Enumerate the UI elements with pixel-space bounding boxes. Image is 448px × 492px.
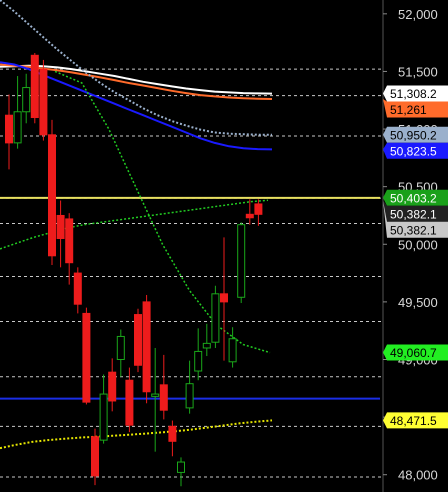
price-chart[interactable]: 52,00051,50051,00050,50050,00049,50049,0… — [0, 0, 448, 492]
candle-9[interactable] — [82, 307, 91, 405]
candle-body — [134, 314, 142, 366]
price-label-1: 51,261 — [383, 99, 448, 118]
candle-body — [30, 54, 39, 119]
price-label-text: 50,403.2 — [390, 191, 437, 205]
price-label-text: 51,308.2 — [390, 87, 437, 101]
chart-canvas[interactable]: 52,00051,50051,00050,50050,00049,50049,0… — [0, 0, 448, 492]
y-tick-label: 51,500 — [398, 64, 438, 79]
candle-body — [202, 342, 211, 349]
candle-15[interactable] — [134, 308, 142, 373]
candle-3[interactable] — [30, 53, 39, 124]
candle-body — [245, 213, 254, 219]
candle-body — [99, 393, 108, 441]
price-label-text: 50,823.5 — [390, 144, 437, 158]
price-label-2: 50,950.2 — [383, 126, 448, 143]
candle-body — [220, 293, 228, 303]
candle-body — [116, 335, 125, 360]
candle-body — [194, 350, 203, 372]
candle-body — [237, 224, 246, 298]
price-label-text: 50,382.1 — [390, 223, 437, 237]
candle-4[interactable] — [39, 59, 48, 141]
candle-body — [82, 312, 91, 403]
price-label-4: 50,403.2 — [383, 189, 448, 206]
candle-body — [22, 87, 31, 113]
y-tick-label: 50,000 — [398, 237, 438, 252]
candle-body — [5, 114, 13, 144]
y-tick-label: 48,000 — [398, 468, 438, 483]
candle-body — [13, 111, 22, 144]
candle-body — [228, 338, 237, 363]
candle-body — [91, 436, 99, 477]
candle-body — [159, 384, 168, 411]
price-label-7: 49,060.7 — [383, 344, 448, 361]
price-label-text: 48,471.5 — [390, 414, 437, 428]
candle-body — [73, 272, 82, 305]
price-label-text: 50,950.2 — [390, 128, 437, 142]
candle-5[interactable] — [48, 119, 56, 266]
candle-body — [56, 214, 65, 240]
candle-body — [48, 134, 56, 257]
candle-body — [151, 393, 160, 397]
candle-body — [177, 461, 185, 473]
candle-body — [39, 68, 48, 136]
candle-27[interactable] — [237, 222, 246, 304]
candle-body — [65, 218, 74, 264]
candle-body — [125, 379, 134, 426]
price-label-0: 51,308.2 — [383, 85, 448, 102]
price-label-text: 49,060.7 — [390, 346, 437, 360]
candle-body — [108, 371, 117, 402]
candle-body — [185, 383, 194, 409]
candle-body — [211, 293, 220, 343]
candle-body — [142, 301, 151, 393]
price-label-text: 51,261 — [390, 103, 427, 117]
candle-body — [254, 203, 263, 215]
candle-body — [168, 425, 177, 442]
price-label-8: 48,471.5 — [383, 412, 448, 429]
candle-24[interactable] — [211, 285, 220, 348]
y-tick-label: 49,500 — [398, 295, 438, 310]
y-tick-label: 52,000 — [398, 7, 438, 22]
price-label-3: 50,823.5 — [383, 142, 448, 159]
price-label-text: 50,382.1 — [390, 207, 437, 221]
candle-16[interactable] — [142, 294, 151, 404]
